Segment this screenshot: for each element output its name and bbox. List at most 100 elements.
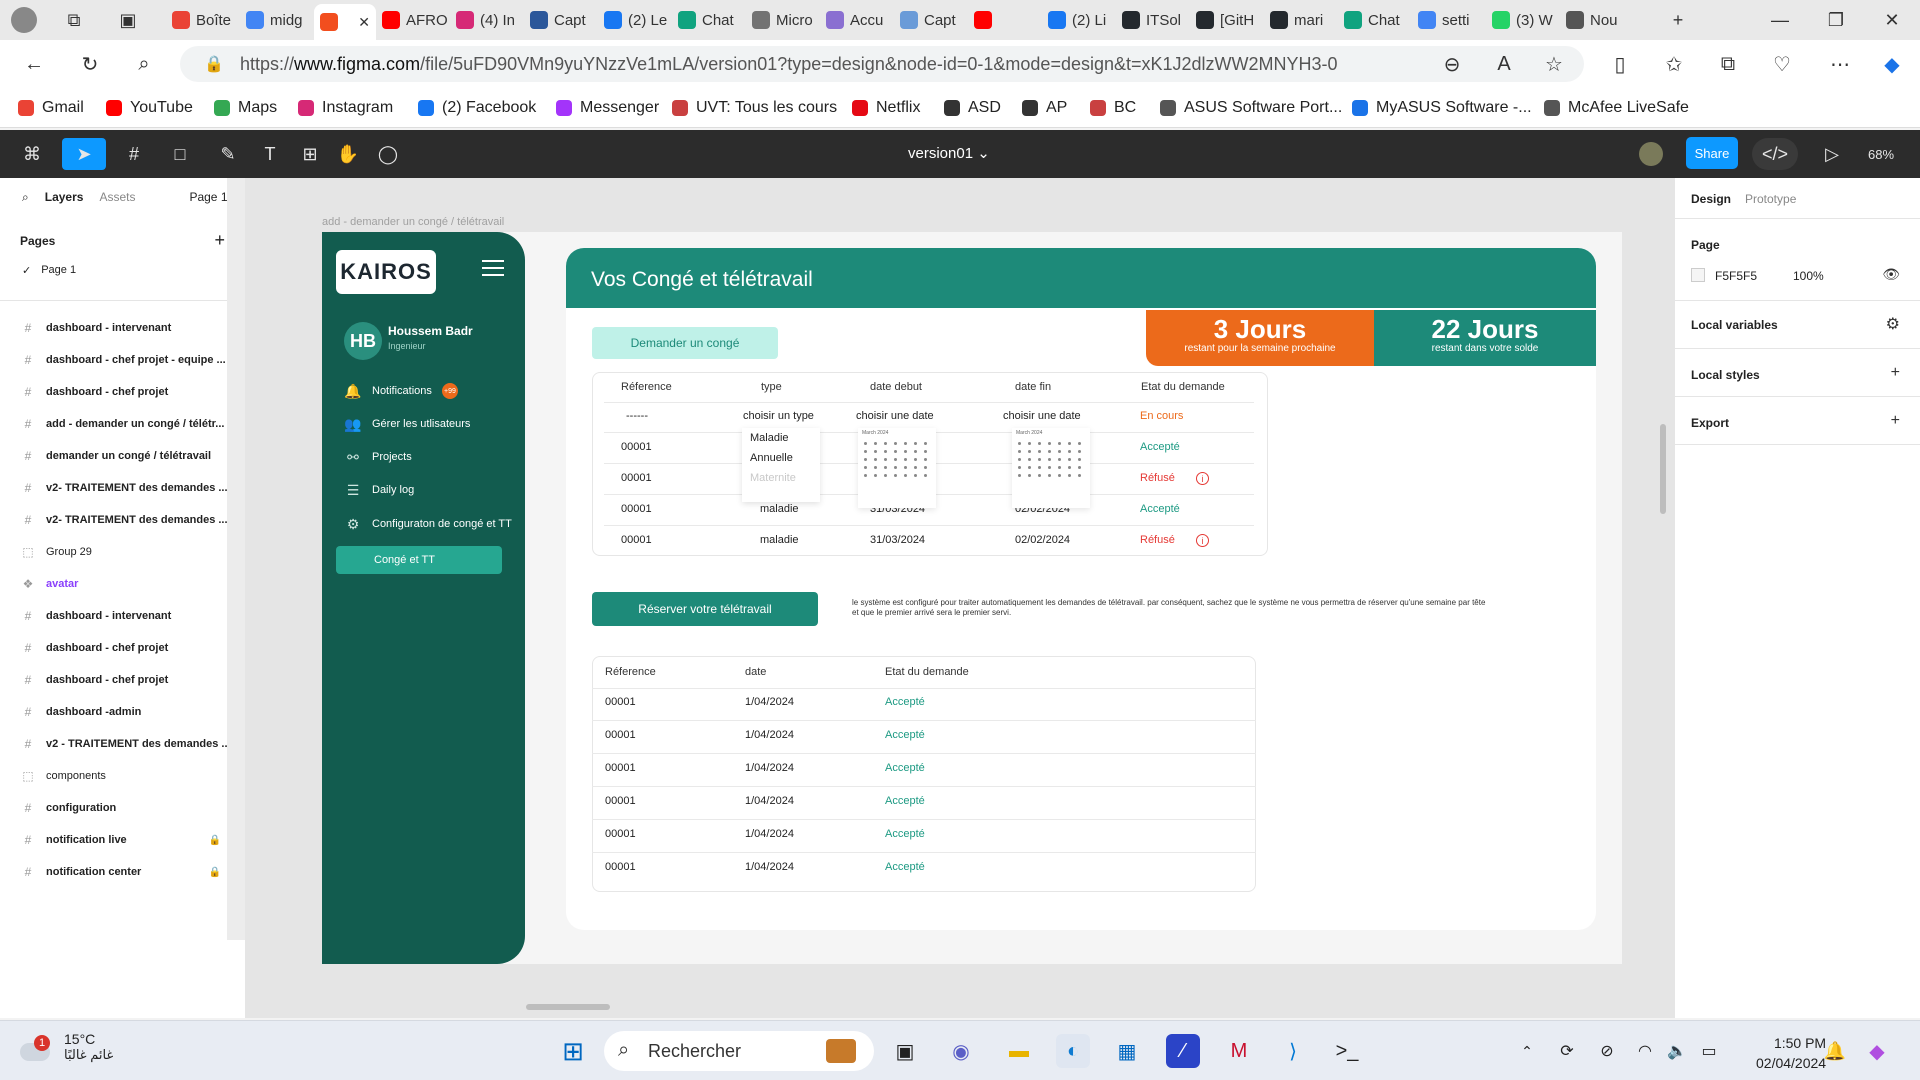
read-aloud-icon[interactable]: A — [1488, 48, 1520, 80]
reload-icon[interactable]: ↻ — [74, 48, 106, 80]
mcafee-icon[interactable]: M — [1222, 1034, 1256, 1068]
browser-tab[interactable]: ✕ — [314, 4, 376, 40]
calendar-day[interactable] — [1018, 442, 1021, 445]
calendar-day[interactable] — [914, 442, 917, 445]
calendar-day[interactable] — [1078, 466, 1081, 469]
calendar-day[interactable] — [884, 458, 887, 461]
layer-item[interactable]: ❖ avatar — [22, 574, 237, 594]
calendar-day[interactable] — [1068, 450, 1071, 453]
browser-tab[interactable]: AFRO — [376, 4, 450, 36]
reference-input[interactable]: ------ — [626, 410, 648, 422]
sync-icon[interactable]: ⟳ — [1550, 1034, 1584, 1068]
browser-tab[interactable] — [968, 4, 1042, 36]
browser-essentials-icon[interactable]: ♡ — [1766, 48, 1798, 80]
calendar-day[interactable] — [1058, 450, 1061, 453]
sidebar-item-conge-tt[interactable]: Congé et TT — [336, 546, 502, 574]
page-color-swatch[interactable] — [1691, 268, 1705, 282]
layer-item[interactable]: # dashboard - chef projet - equipe ... — [22, 350, 237, 370]
calendar-day[interactable] — [1018, 450, 1021, 453]
weather-widget[interactable]: 15°C غائم غالبًا — [64, 1031, 113, 1063]
file-title[interactable]: version01 ⌄ — [908, 144, 990, 162]
browser-tab[interactable]: Capt — [894, 4, 968, 36]
browser-tab[interactable]: mari — [1264, 4, 1338, 36]
edge-icon[interactable]: ◐ — [1056, 1034, 1090, 1068]
tab-actions-icon[interactable]: ▣ — [104, 0, 152, 40]
end-date-input[interactable]: choisir une date — [1003, 410, 1081, 422]
text-tool-icon[interactable]: T — [256, 138, 284, 170]
browser-tab[interactable]: Accu — [820, 4, 894, 36]
tab-prototype[interactable]: Prototype — [1745, 192, 1796, 206]
info-icon-wrap[interactable]: i — [1196, 534, 1209, 547]
calendar-day[interactable] — [864, 466, 867, 469]
browser-tab[interactable]: Capt — [524, 4, 598, 36]
copilot-icon[interactable]: ◆ — [1876, 48, 1908, 80]
network-status-icon[interactable]: ⊘ — [1590, 1034, 1624, 1068]
minimize-icon[interactable]: — — [1752, 0, 1808, 40]
workspaces-icon[interactable]: ⧉ — [50, 0, 98, 40]
vscode-icon[interactable]: ⟩ — [1276, 1034, 1310, 1068]
browser-tab[interactable]: [GitH — [1190, 4, 1264, 36]
calendar-day[interactable] — [904, 450, 907, 453]
calendar-day[interactable] — [924, 450, 927, 453]
info-icon[interactable]: i — [1196, 534, 1209, 547]
close-tab-icon[interactable]: ✕ — [358, 14, 370, 31]
lock-icon[interactable]: 🔒 — [209, 867, 221, 878]
local-styles-label[interactable]: Local styles — [1691, 368, 1760, 382]
calendar-day[interactable] — [1048, 474, 1051, 477]
calendar-day[interactable] — [914, 458, 917, 461]
lock-icon[interactable]: 🔒 — [204, 54, 224, 74]
share-button[interactable]: Share — [1686, 137, 1738, 169]
restore-icon[interactable]: ❐ — [1808, 0, 1864, 40]
calendar-day[interactable] — [1038, 466, 1041, 469]
wifi-icon[interactable]: ◠ — [1628, 1034, 1662, 1068]
calendar-day[interactable] — [1038, 442, 1041, 445]
sidebar-item[interactable]: ⚙ Configuraton de congé et TT — [344, 514, 512, 534]
favorites-icon[interactable]: ✩ — [1658, 48, 1690, 80]
browser-tab[interactable]: Chat — [672, 4, 746, 36]
calendar-day[interactable] — [874, 450, 877, 453]
calendar-day[interactable] — [1038, 474, 1041, 477]
calendar-day[interactable] — [924, 466, 927, 469]
more-menu-icon[interactable]: ⋯ — [1824, 48, 1856, 80]
layer-item[interactable]: ⬚ components — [22, 766, 237, 786]
browser-tab[interactable]: midg — [240, 4, 314, 36]
panel-scrollbar[interactable] — [227, 178, 245, 940]
sidebar-item[interactable]: 👥 Gérer les utlisateurs — [344, 414, 470, 434]
browser-tab[interactable]: (2) Le — [598, 4, 672, 36]
calendar-day[interactable] — [924, 458, 927, 461]
copilot-taskbar-icon[interactable]: ◆ — [1860, 1034, 1894, 1068]
layer-item[interactable]: # v2 - TRAITEMENT des demandes ... — [22, 734, 237, 754]
calendar-day[interactable] — [874, 458, 877, 461]
calendar-day[interactable] — [1058, 442, 1061, 445]
tab-design[interactable]: Design — [1691, 192, 1731, 206]
add-style-icon[interactable]: + — [1891, 364, 1900, 382]
calendar-day[interactable] — [1018, 466, 1021, 469]
terminal-icon[interactable]: >_ — [1330, 1034, 1364, 1068]
end-date-calendar[interactable]: March 2024 — [1012, 428, 1090, 508]
calendar-day[interactable] — [874, 466, 877, 469]
calendar-day[interactable] — [1018, 458, 1021, 461]
comment-tool-icon[interactable]: ◯ — [374, 138, 402, 170]
horizontal-scrollbar[interactable] — [526, 1004, 610, 1010]
calendar-day[interactable] — [1078, 474, 1081, 477]
volume-icon[interactable]: 🔈 — [1660, 1034, 1694, 1068]
calendar-day[interactable] — [1068, 442, 1071, 445]
calendar-days[interactable] — [858, 438, 936, 481]
export-label[interactable]: Export — [1691, 416, 1729, 430]
calendar-day[interactable] — [914, 466, 917, 469]
bookmark-item[interactable]: McAfee LiveSafe — [1544, 96, 1689, 120]
calendar-day[interactable] — [1048, 458, 1051, 461]
calendar-day[interactable] — [1058, 458, 1061, 461]
store-icon[interactable]: ▦ — [1110, 1034, 1144, 1068]
calendar-day[interactable] — [874, 474, 877, 477]
close-window-icon[interactable]: ✕ — [1864, 0, 1920, 40]
page-select[interactable]: Page 1 — [189, 190, 227, 205]
bookmark-item[interactable]: BC — [1090, 96, 1136, 120]
local-variables-label[interactable]: Local variables — [1691, 318, 1778, 332]
bookmark-item[interactable]: ASD — [944, 96, 1001, 120]
bookmark-item[interactable]: MyASUS Software -... — [1352, 96, 1532, 120]
layer-item[interactable]: # add - demander un congé / télétr... — [22, 414, 237, 434]
bookmark-item[interactable]: Messenger — [556, 96, 659, 120]
calendar-day[interactable] — [884, 466, 887, 469]
app-icon[interactable]: ⁄ — [1166, 1034, 1200, 1068]
